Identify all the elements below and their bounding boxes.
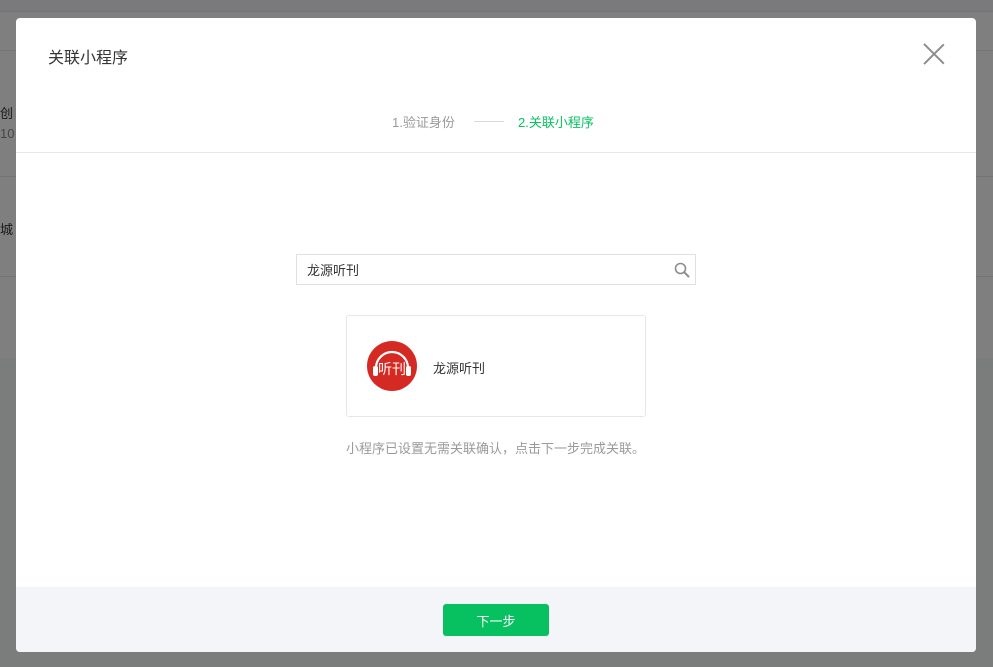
close-icon[interactable] — [922, 42, 946, 66]
dialog-title: 关联小程序 — [48, 50, 129, 67]
next-step-button[interactable]: 下一步 — [443, 604, 549, 636]
search-input[interactable] — [297, 255, 667, 284]
step-link-mini-program: 2.关联小程序 — [518, 115, 594, 130]
header-divider — [16, 152, 976, 153]
mini-program-logo: 听刊 — [367, 341, 417, 391]
step-indicator: 1.验证身份 2.关联小程序 — [16, 110, 976, 132]
hint-text: 小程序已设置无需关联确认，点击下一步完成关联。 — [346, 441, 646, 456]
dialog-header: 关联小程序 — [16, 18, 976, 90]
mini-program-result-card[interactable]: 听刊 龙源听刊 — [346, 315, 646, 417]
logo-text: 听刊 — [378, 362, 406, 378]
step-separator — [474, 121, 504, 122]
dialog-footer: 下一步 — [16, 587, 976, 652]
search-box — [296, 254, 696, 285]
link-mini-program-dialog: 关联小程序 1.验证身份 2.关联小程序 听刊 龙源听刊 小程序已设置无需关联确… — [16, 18, 976, 652]
search-icon[interactable] — [673, 261, 691, 279]
step-verify-identity: 1.验证身份 — [392, 115, 455, 130]
mini-program-name: 龙源听刊 — [433, 361, 486, 376]
